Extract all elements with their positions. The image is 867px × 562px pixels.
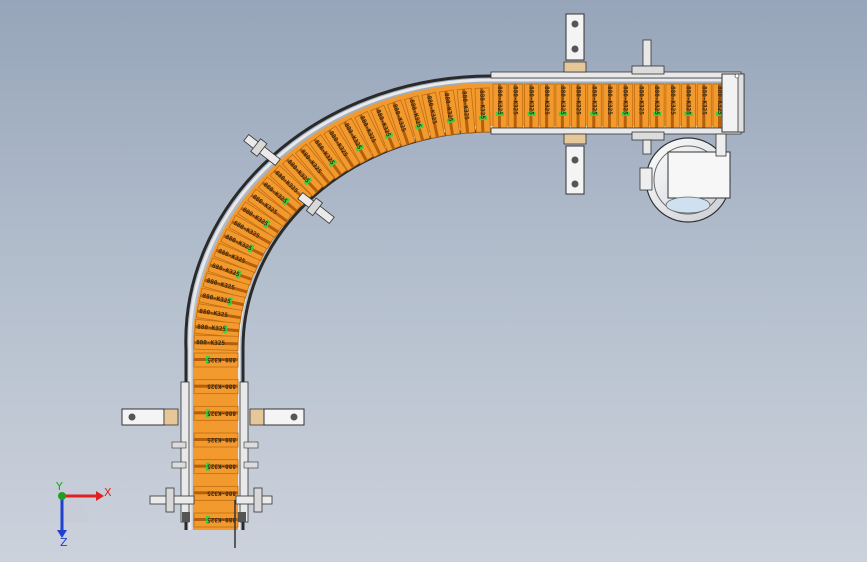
chain-link: 880-K325 <box>602 83 618 129</box>
coordinate-triad[interactable]: X Y Z <box>55 480 112 549</box>
chain-link: 880-K325 <box>555 83 571 129</box>
chain-link-label: 880-K325 <box>622 86 629 115</box>
chain-link: 880-K325 <box>649 83 665 129</box>
chain-link-label: 880-K325 <box>590 86 597 115</box>
chain-link-label: 880-K325 <box>700 86 707 115</box>
chain-link-label: 880-K325 <box>207 489 236 496</box>
chain-link-label: 880-K325 <box>512 86 519 115</box>
chain-link-label: 880-K325 <box>196 339 225 347</box>
x-axis-label: X <box>104 486 112 499</box>
chain-link: 880-K325 <box>618 83 634 129</box>
chain-link-label: 880-K325 <box>207 436 236 443</box>
chain-link-label: 880-K325 <box>606 86 613 115</box>
chain-link: 880-K325 <box>665 83 681 129</box>
chain-link-label: 880-K325 <box>559 86 566 115</box>
chain-link-label: 880-K325 <box>207 516 236 523</box>
z-axis-label: Z <box>60 536 68 549</box>
chain-link: 880-K325 <box>193 405 239 421</box>
top-bracket-upper[interactable] <box>563 13 587 73</box>
chain-link: 880-K325 <box>492 83 508 129</box>
chain-link: 880-K325 <box>524 83 539 129</box>
curve-bolt-outer[interactable] <box>241 131 282 168</box>
chain-link-label: 880-K325 <box>637 86 644 115</box>
chain-link-label: 880-K325 <box>207 383 236 390</box>
side-bracket-left[interactable] <box>121 408 179 426</box>
chain-link-label: 880-K325 <box>685 86 692 115</box>
outer-guide-rail-highlight <box>188 78 740 530</box>
chain-link: 880-K325 <box>193 334 239 351</box>
outer-guide-rail <box>184 74 740 530</box>
chain-link: 880-K325 <box>571 83 586 129</box>
chain-link-label: 880-K325 <box>207 463 236 470</box>
chain-link: 880-K325 <box>193 432 239 448</box>
chain-link: 880-K325 <box>193 379 239 395</box>
chain-link: 880-K325 <box>696 83 712 129</box>
chain-link-label: 880-K325 <box>653 86 660 115</box>
chain-link-label: 880-K325 <box>207 409 236 416</box>
chain-link-label: 880-K325 <box>496 86 503 115</box>
side-bracket-right[interactable] <box>249 408 305 426</box>
chain-link: 880-K325 <box>586 83 602 129</box>
chain-link: 880-K325 <box>193 459 239 475</box>
chain-link: 880-K325 <box>193 485 239 501</box>
top-bracket-lower[interactable] <box>563 133 587 195</box>
drive-motor[interactable] <box>639 133 731 223</box>
chain-link-label: 880-K325 <box>669 86 676 115</box>
chain-link: 880-K325 <box>634 83 649 129</box>
y-axis-label: Y <box>55 480 63 493</box>
cad-viewport[interactable]: 880-K325 880-K325 880-K325 880-K325 880-K325… <box>0 0 867 562</box>
conveyor-assembly[interactable]: 880-K325 880-K325 880-K325 880-K325 880-K325… <box>0 0 867 562</box>
chain-link-label: 880-K325 <box>478 90 486 119</box>
chain-link: 880-K325 <box>681 83 696 129</box>
chain-link: 880-K325 <box>508 83 524 129</box>
chain-link-label: 880-K325 <box>527 86 534 115</box>
chain-link-label: 880-K325 <box>207 356 236 363</box>
y-axis-point <box>58 492 66 500</box>
chain-link: 880-K325 <box>474 87 491 133</box>
chain-link: 880-K325 <box>193 512 239 528</box>
chain-link-label: 880-K325 <box>575 86 582 115</box>
chain-link: 880-K325 <box>193 352 239 368</box>
chain-link: 880-K325 <box>539 83 555 129</box>
chain-link-label: 880-K325 <box>543 86 550 115</box>
